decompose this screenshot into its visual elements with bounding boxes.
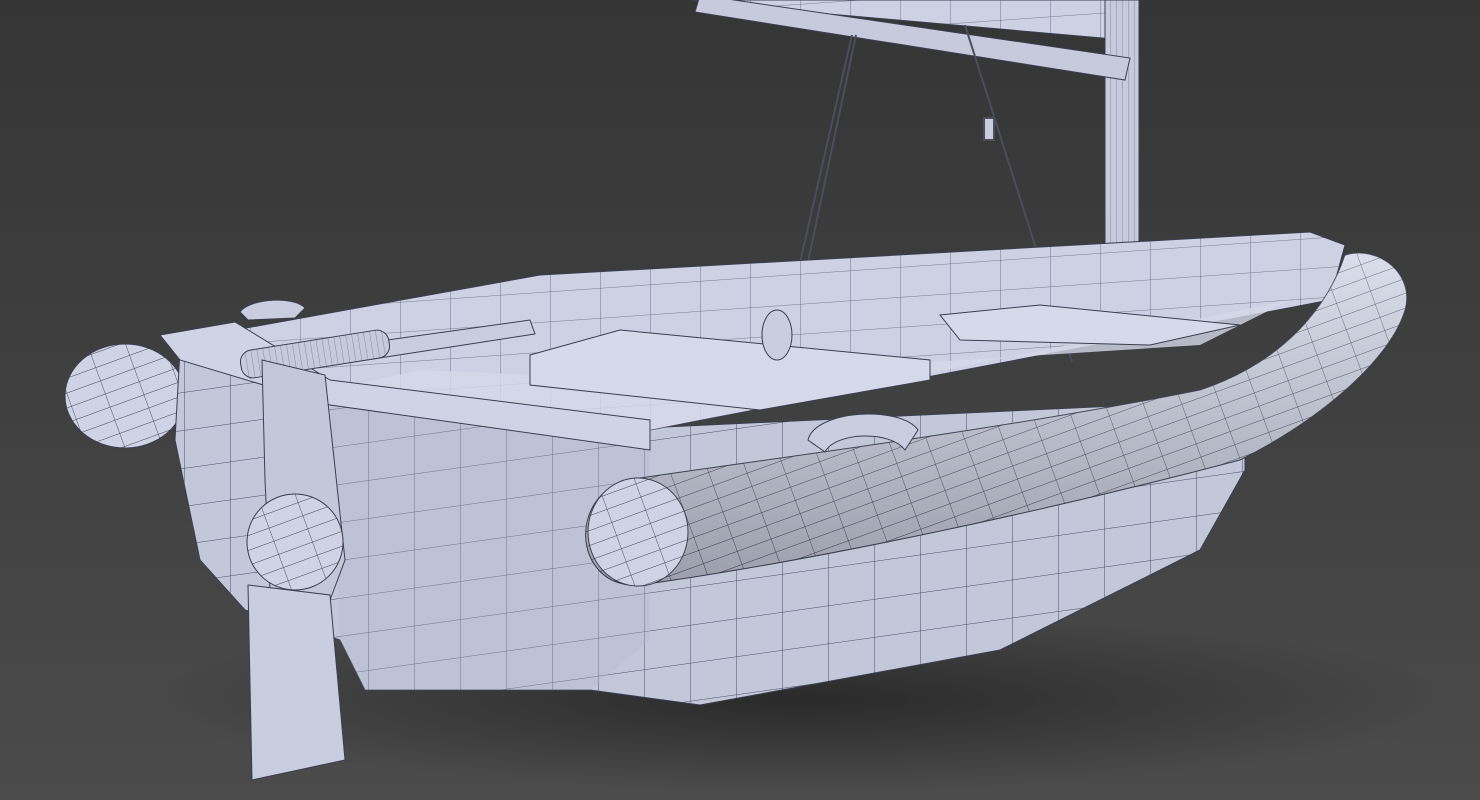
rudder-hub bbox=[246, 493, 344, 591]
tube-end-cap bbox=[587, 477, 689, 587]
boat-wireframe-render bbox=[0, 0, 1480, 800]
rudder-blade bbox=[247, 584, 346, 781]
stern-fender-left bbox=[64, 343, 186, 449]
pulley-block bbox=[761, 309, 793, 361]
render-viewport bbox=[0, 0, 1480, 800]
